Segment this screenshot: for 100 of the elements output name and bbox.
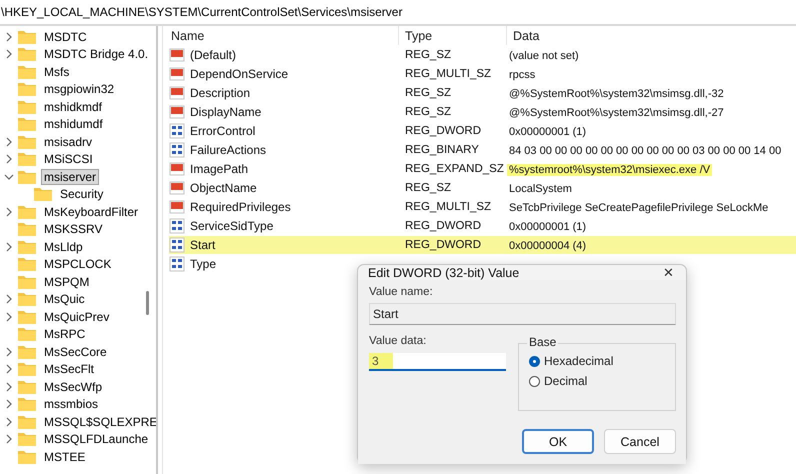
folder-icon bbox=[17, 151, 37, 168]
folder-icon bbox=[17, 344, 37, 360]
value-type: REG_BINARY bbox=[404, 144, 480, 156]
value-name[interactable]: ImagePath bbox=[188, 162, 250, 176]
tree-item[interactable]: MsSecCore bbox=[41, 344, 110, 360]
value-type: REG_DWORD bbox=[404, 220, 482, 232]
tree-item[interactable]: MSSQLFDLaunche bbox=[41, 431, 152, 448]
tree-item[interactable]: MSPQM bbox=[41, 274, 92, 290]
tree-item[interactable]: Msfs bbox=[41, 64, 72, 80]
tree-item[interactable]: MSKSSRV bbox=[41, 221, 106, 238]
tree-item[interactable]: MsSecWfp bbox=[41, 378, 106, 395]
tree-item[interactable]: MSDTC Bridge 4.0. bbox=[41, 46, 152, 62]
string-value-icon bbox=[169, 180, 185, 196]
chevron-icon[interactable] bbox=[4, 154, 14, 164]
chevron-icon[interactable] bbox=[4, 346, 14, 357]
value-data: 0x00000001 (1) bbox=[508, 126, 588, 138]
radio-button[interactable] bbox=[529, 376, 540, 386]
folder-icon bbox=[17, 326, 37, 342]
radio-label[interactable]: Decimal bbox=[544, 374, 588, 388]
tree-item[interactable]: MsSecFlt bbox=[41, 361, 98, 378]
chevron-icon[interactable] bbox=[4, 416, 14, 427]
folder-icon bbox=[33, 186, 53, 202]
tree-item[interactable]: MSSQL$SQLEXPRE bbox=[41, 414, 160, 430]
string-value-icon bbox=[169, 66, 185, 82]
value-name[interactable]: (Default) bbox=[188, 48, 238, 62]
chevron-icon[interactable] bbox=[4, 172, 14, 182]
tree-item[interactable]: Security bbox=[57, 186, 106, 202]
dialog-title: Edit DWORD (32-bit) Value bbox=[368, 266, 520, 280]
value-name[interactable]: Type bbox=[188, 256, 218, 270]
field-label: Value name: bbox=[369, 286, 434, 298]
radio-button[interactable] bbox=[529, 356, 540, 366]
tree-item[interactable]: MSiSCSI bbox=[41, 151, 96, 168]
radio-label[interactable]: Hexadecimal bbox=[544, 354, 614, 368]
column-header[interactable]: Data bbox=[507, 26, 796, 45]
tree-item[interactable]: mshidumdf bbox=[41, 116, 106, 132]
value-name[interactable]: DependOnService bbox=[188, 66, 290, 80]
tree-item[interactable]: MsRPC bbox=[41, 326, 88, 342]
folder-icon bbox=[17, 378, 37, 395]
value-name[interactable]: RequiredPrivileges bbox=[188, 200, 293, 214]
tree-item[interactable]: MsKeyboardFilter bbox=[41, 204, 142, 220]
dialog-button[interactable]: OK bbox=[522, 429, 594, 454]
value-data: 0x00000004 (4) bbox=[508, 240, 588, 252]
binary-value-icon bbox=[169, 142, 185, 158]
chevron-icon[interactable] bbox=[4, 136, 14, 147]
chevron-icon[interactable] bbox=[4, 242, 14, 252]
folder-icon bbox=[17, 134, 37, 150]
value-type: REG_DWORD bbox=[404, 124, 482, 136]
column-header[interactable]: Name bbox=[169, 26, 399, 45]
value-name[interactable]: ObjectName bbox=[188, 180, 259, 194]
chevron-icon[interactable] bbox=[4, 32, 14, 42]
chevron-icon[interactable] bbox=[4, 312, 14, 322]
tree-item[interactable]: MSTEE bbox=[41, 448, 88, 465]
value-data: @%SystemRoot%\system32\msimsg.dll,-27 bbox=[508, 106, 725, 118]
dialog-button[interactable]: Cancel bbox=[604, 429, 676, 454]
value-name-field[interactable]: Start bbox=[369, 303, 676, 325]
value-name[interactable]: ErrorControl bbox=[188, 124, 258, 138]
value-name[interactable]: DisplayName bbox=[188, 104, 264, 118]
value-name[interactable]: Start bbox=[188, 238, 218, 252]
folder-icon bbox=[17, 46, 37, 62]
tree-item[interactable]: MsQuic bbox=[41, 291, 88, 308]
column-header[interactable]: Type bbox=[399, 26, 507, 45]
value-name[interactable]: FailureActions bbox=[188, 142, 268, 156]
chevron-icon[interactable] bbox=[4, 206, 14, 217]
close-button[interactable]: ✕ bbox=[661, 265, 676, 280]
chevron-icon[interactable] bbox=[4, 382, 14, 392]
chevron-icon[interactable] bbox=[4, 399, 14, 410]
tree-item[interactable]: msgpiowin32 bbox=[41, 81, 118, 98]
value-data-field[interactable]: 3 bbox=[369, 353, 506, 371]
chevron-icon[interactable] bbox=[4, 49, 14, 60]
folder-icon bbox=[17, 238, 37, 255]
string-value-icon bbox=[169, 160, 185, 176]
value-data: rpcss bbox=[508, 68, 536, 80]
value-type: REG_SZ bbox=[404, 182, 452, 194]
folder-icon bbox=[17, 64, 37, 80]
value-data: 0x00000001 (1) bbox=[508, 220, 588, 232]
tree-item[interactable]: MSPCLOCK bbox=[41, 256, 114, 272]
chevron-icon[interactable] bbox=[4, 434, 14, 444]
tree-item[interactable]: msisadrv bbox=[41, 134, 96, 150]
folder-icon bbox=[17, 291, 37, 308]
tree-item[interactable]: MsQuicPrev bbox=[41, 308, 112, 325]
address-path[interactable]: \HKEY_LOCAL_MACHINE\SYSTEM\CurrentControlSet\Services\msiserver bbox=[0, 5, 402, 19]
tree-item[interactable]: MsLldp bbox=[41, 238, 86, 255]
tree-item[interactable]: MSDTC bbox=[41, 28, 90, 45]
value-name[interactable]: Description bbox=[188, 86, 252, 100]
chevron-icon[interactable] bbox=[4, 364, 14, 374]
folder-icon bbox=[17, 28, 37, 45]
value-type: REG_MULTI_SZ bbox=[404, 200, 492, 212]
tree-item[interactable]: mshidkmdf bbox=[41, 98, 106, 115]
chevron-icon[interactable] bbox=[4, 294, 14, 304]
value-data: %systemroot%\system32\msiexec.exe /V bbox=[507, 164, 712, 176]
value-name[interactable]: ServiceSidType bbox=[188, 218, 276, 232]
value-data: SeTcbPrivilege SeCreatePagefilePrivilege SeLockMe bbox=[508, 202, 770, 214]
scrollbar-thumb[interactable] bbox=[146, 291, 149, 315]
tree-item[interactable]: mssmbios bbox=[41, 396, 102, 412]
string-value-icon bbox=[169, 46, 185, 62]
folder-icon bbox=[17, 116, 37, 132]
string-value-icon bbox=[169, 84, 185, 100]
folder-icon bbox=[17, 168, 37, 185]
tree-item[interactable]: msiserver bbox=[41, 168, 100, 185]
folder-icon bbox=[17, 396, 37, 412]
